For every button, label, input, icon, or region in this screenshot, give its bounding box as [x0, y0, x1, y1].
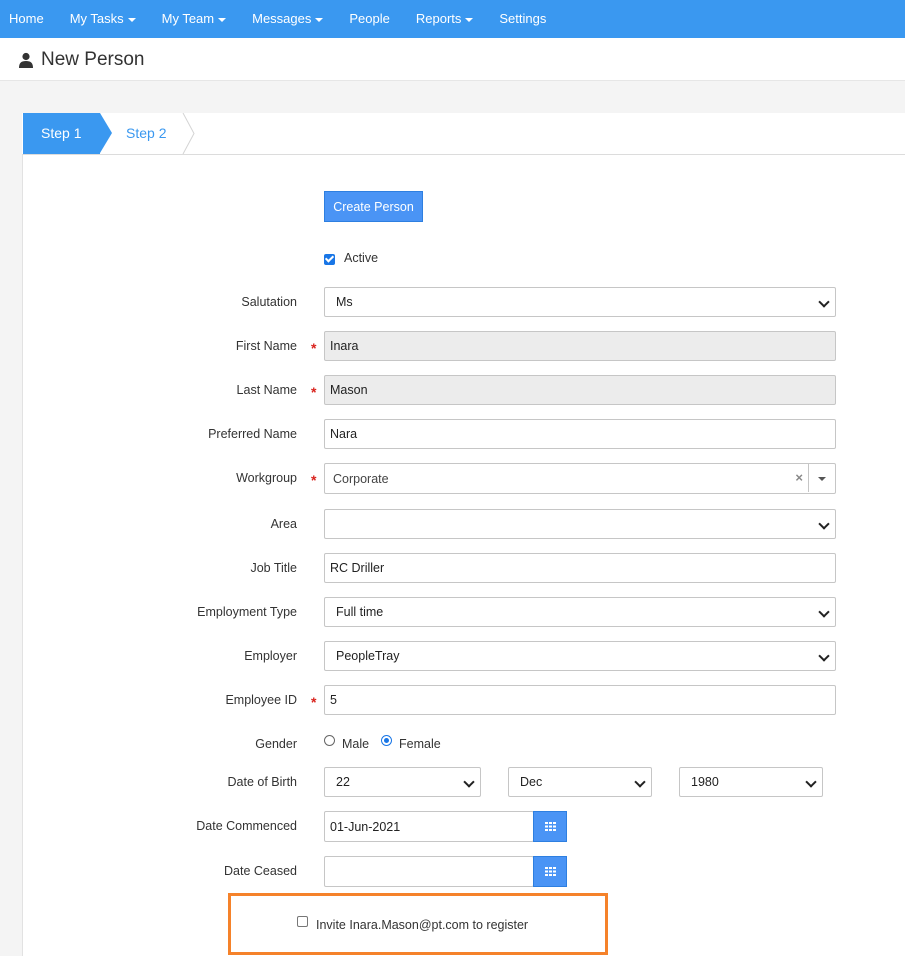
last-name-label: Last Name: [236, 383, 297, 397]
workgroup-divider: [808, 464, 809, 492]
nav-home[interactable]: Home: [0, 0, 57, 38]
gender-female-label: Female: [399, 737, 441, 751]
gender-male-radio[interactable]: [324, 735, 335, 746]
employee-id-field[interactable]: 5: [324, 685, 836, 715]
invite-checkbox[interactable]: [297, 916, 308, 927]
first-name-field[interactable]: Inara: [324, 331, 836, 361]
nav-people-label: People: [349, 11, 390, 26]
date-ceased-field[interactable]: [324, 856, 534, 887]
employer-value: PeopleTray: [336, 649, 400, 663]
dob-month-value: Dec: [520, 775, 543, 789]
create-person-button[interactable]: Create Person: [324, 191, 423, 222]
step-2-arrow: [182, 113, 195, 154]
workgroup-label: Workgroup: [236, 471, 297, 485]
employee-id-value: 5: [330, 693, 337, 707]
dob-year-value: 1980: [691, 775, 719, 789]
caret-down-icon: [127, 17, 136, 22]
nav-messages-label: Messages: [252, 11, 312, 26]
dob-year-select[interactable]: 1980: [679, 767, 823, 797]
gender-label: Gender: [255, 737, 297, 751]
salutation-label: Salutation: [241, 295, 297, 309]
nav-people[interactable]: People: [336, 0, 402, 38]
calendar-icon: [544, 867, 556, 876]
top-navbar: Home My Tasks My Team Messages People Re…: [0, 0, 905, 38]
active-label: Active: [344, 251, 379, 265]
dob-day-value: 22: [336, 775, 350, 789]
page-title: New Person: [41, 49, 145, 70]
date-commenced-calendar-button[interactable]: [533, 811, 567, 842]
caret-down-icon: [465, 17, 474, 22]
salutation-select[interactable]: Ms: [324, 287, 836, 317]
nav-home-label: Home: [9, 11, 44, 26]
preferred-name-value: Nara: [330, 427, 358, 441]
first-name-label: First Name: [235, 339, 297, 353]
required-marker: *: [311, 384, 317, 400]
required-marker: *: [311, 340, 317, 356]
first-name-value: Inara: [330, 339, 359, 353]
preferred-name-field[interactable]: Nara: [324, 419, 836, 449]
tab-step-2[interactable]: Step 2: [126, 113, 166, 154]
last-name-field[interactable]: Mason: [324, 375, 836, 405]
wizard-steps: Step 1 Step 2: [22, 113, 905, 155]
employment-type-select[interactable]: Full time: [324, 597, 836, 627]
clear-icon[interactable]: ×: [795, 470, 803, 485]
salutation-value: Ms: [336, 295, 353, 309]
page-header: New Person: [0, 38, 905, 81]
user-icon: [19, 52, 33, 68]
tab-step-1[interactable]: Step 1: [23, 113, 100, 154]
preferred-name-label: Preferred Name: [208, 427, 297, 441]
date-commenced-label: Date Commenced: [196, 819, 297, 833]
caret-down-icon: [315, 17, 324, 22]
job-title-label: Job Title: [250, 561, 297, 575]
active-checkbox[interactable]: [324, 254, 335, 265]
caret-down-icon[interactable]: [818, 477, 826, 481]
date-commenced-field[interactable]: 01-Jun-2021: [324, 811, 534, 842]
dob-month-select[interactable]: Dec: [508, 767, 652, 797]
gender-male-label: Male: [342, 737, 370, 751]
employment-type-value: Full time: [336, 605, 384, 619]
nav-settings[interactable]: Settings: [486, 0, 559, 38]
nav-reports[interactable]: Reports: [403, 0, 487, 38]
nav-messages[interactable]: Messages: [239, 0, 336, 38]
nav-my-tasks-label: My Tasks: [69, 11, 124, 26]
caret-down-icon: [218, 17, 227, 22]
nav-my-tasks[interactable]: My Tasks: [57, 0, 149, 38]
invite-label: Invite Inara.Mason@pt.com to register: [316, 918, 529, 932]
nav-my-team[interactable]: My Team: [149, 0, 240, 38]
employee-id-label: Employee ID: [225, 693, 297, 707]
workgroup-select[interactable]: Corporate ×: [324, 463, 836, 494]
workgroup-value: Corporate: [333, 471, 389, 486]
job-title-field[interactable]: RC Driller: [324, 553, 836, 583]
required-marker: *: [311, 472, 317, 488]
employer-label: Employer: [244, 649, 297, 663]
area-select[interactable]: [324, 509, 836, 539]
last-name-value: Mason: [330, 383, 368, 397]
step-1-arrow: [100, 113, 112, 153]
employer-select[interactable]: PeopleTray: [324, 641, 836, 671]
date-of-birth-label: Date of Birth: [227, 775, 297, 789]
dob-day-select[interactable]: 22: [324, 767, 481, 797]
job-title-value: RC Driller: [330, 561, 385, 575]
date-ceased-label: Date Ceased: [224, 864, 297, 878]
nav-my-team-label: My Team: [161, 11, 215, 26]
date-ceased-calendar-button[interactable]: [533, 856, 567, 887]
calendar-icon: [544, 822, 556, 831]
nav-settings-label: Settings: [499, 11, 547, 26]
area-label: Area: [270, 517, 297, 531]
gender-female-radio[interactable]: [381, 735, 392, 746]
nav-reports-label: Reports: [415, 11, 462, 26]
employment-type-label: Employment Type: [197, 605, 297, 619]
required-marker: *: [311, 694, 317, 710]
date-commenced-value: 01-Jun-2021: [330, 819, 401, 834]
